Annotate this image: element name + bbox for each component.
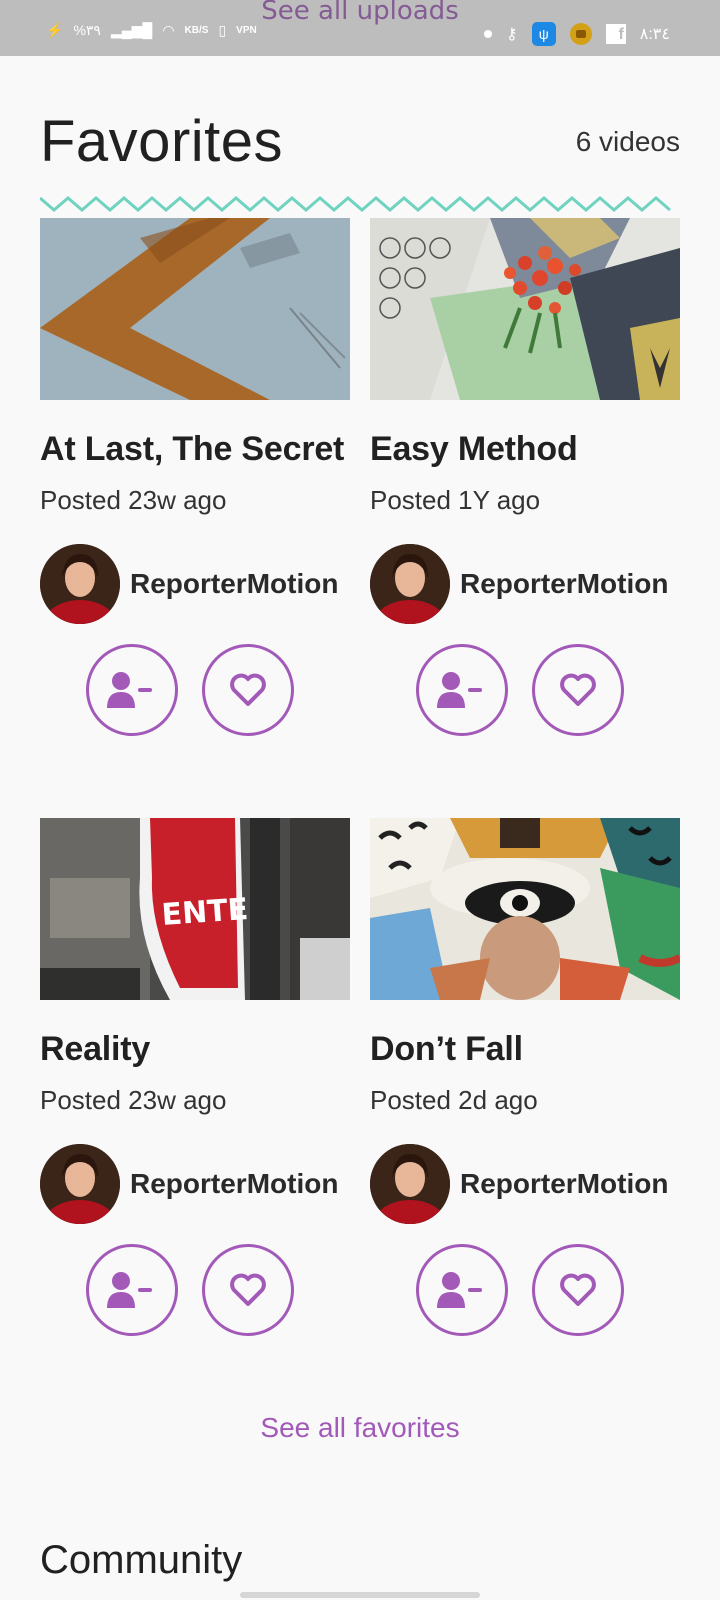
wifi-icon: ◠	[162, 22, 175, 38]
vpn-icon: VPN	[236, 25, 257, 36]
author-name[interactable]: ReporterMotion	[130, 1168, 338, 1200]
favorite-button[interactable]	[202, 1244, 294, 1336]
author-row[interactable]: ReporterMotion	[370, 1144, 680, 1224]
remove-user-icon	[437, 1272, 482, 1308]
favorite-button[interactable]	[532, 1244, 624, 1336]
author-name[interactable]: ReporterMotion	[130, 568, 338, 600]
avatar[interactable]	[40, 544, 120, 624]
video-card[interactable]: At Last, The Secret Posted 23w ago Repor…	[40, 218, 350, 736]
signal-icon: ▂▄▆█	[110, 22, 153, 38]
author-row[interactable]: ReporterMotion	[370, 544, 680, 624]
card-actions	[370, 1244, 680, 1336]
author-row[interactable]: ReporterMotion	[40, 1144, 350, 1224]
charging-icon: ⚡	[46, 22, 64, 38]
heart-icon	[560, 673, 596, 706]
favorites-count: 6 videos	[575, 126, 680, 157]
heart-icon	[560, 1273, 596, 1306]
posted-date: Posted 1Y ago	[370, 485, 541, 515]
card-actions	[40, 644, 350, 736]
video-title[interactable]: Easy Method	[370, 430, 680, 469]
unfollow-button[interactable]	[86, 644, 178, 736]
card-actions	[370, 644, 680, 736]
video-thumbnail[interactable]: ENTER	[40, 818, 350, 1000]
facebook-icon: f	[605, 24, 626, 44]
card-actions	[40, 1244, 350, 1336]
author-name[interactable]: ReporterMotion	[460, 1168, 668, 1200]
unfollow-button[interactable]	[416, 1244, 508, 1336]
video-thumbnail[interactable]	[40, 218, 350, 400]
favorite-button[interactable]	[532, 644, 624, 736]
author-row[interactable]: ReporterMotion	[40, 544, 350, 624]
favorite-button[interactable]	[202, 644, 294, 736]
posted-date: Posted 23w ago	[40, 1085, 227, 1115]
video-card[interactable]: Easy Method Posted 1Y ago ReporterMotion	[370, 218, 680, 736]
status-bar: See all uploads ⚡ %٣٩ ▂▄▆█ ◠ KB/S ▯ VPN …	[0, 0, 720, 56]
avatar[interactable]	[370, 544, 450, 624]
posted-date: Posted 2d ago	[370, 1085, 538, 1115]
video-card[interactable]: Don’t Fall Posted 2d ago ReporterMotion	[370, 818, 680, 1336]
avatar[interactable]	[370, 1144, 450, 1224]
unfollow-button[interactable]	[86, 1244, 178, 1336]
key-icon: ⚷	[506, 26, 518, 43]
vibrate-icon: ▯	[218, 22, 227, 38]
usb-icon: ψ	[531, 22, 556, 46]
remove-user-icon	[107, 672, 152, 708]
home-indicator[interactable]	[240, 1592, 480, 1598]
author-name[interactable]: ReporterMotion	[460, 568, 668, 600]
battery-percent: %٣٩	[73, 22, 101, 38]
heart-icon	[230, 673, 266, 706]
heart-icon	[230, 1273, 266, 1306]
zigzag-divider	[40, 196, 671, 212]
video-title[interactable]: At Last, The Secret	[40, 430, 350, 469]
unfollow-button[interactable]	[416, 644, 508, 736]
status-right: ⚷ ψ f ٨:٣٤	[484, 22, 670, 46]
video-title[interactable]: Reality	[40, 1030, 350, 1069]
video-thumbnail[interactable]	[370, 218, 680, 400]
clock: ٨:٣٤	[639, 26, 670, 43]
remove-user-icon	[107, 1272, 152, 1308]
video-title[interactable]: Don’t Fall	[370, 1030, 680, 1069]
wallet-app-icon	[569, 23, 592, 45]
posted-date: Posted 23w ago	[40, 485, 227, 515]
video-thumbnail[interactable]	[370, 818, 680, 1000]
status-left: ⚡ %٣٩ ▂▄▆█ ◠ KB/S ▯ VPN	[46, 22, 257, 39]
community-title: Community	[40, 1538, 243, 1582]
notification-dot-icon	[484, 30, 493, 38]
video-card[interactable]: ENTER Reality Posted 23w ago ReporterMot…	[40, 818, 350, 1336]
avatar[interactable]	[40, 1144, 120, 1224]
network-speed-unit: KB/S	[184, 25, 209, 36]
see-all-favorites-link[interactable]: See all favorites	[0, 1412, 720, 1444]
remove-user-icon	[437, 672, 482, 708]
favorites-title: Favorites	[40, 109, 284, 174]
